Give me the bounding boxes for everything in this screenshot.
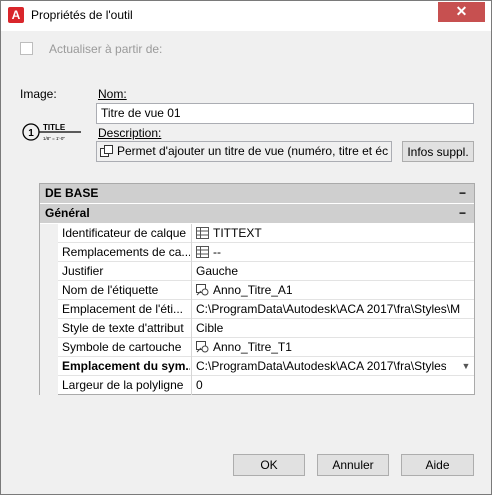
close-button[interactable]: ✕ (438, 2, 485, 22)
property-value[interactable]: C:\ProgramData\Autodesk\ACA 2017\fra\Sty… (196, 359, 446, 374)
description-label: Description: (98, 126, 162, 140)
collapse-icon[interactable]: − (459, 184, 466, 203)
window-title: Propriétés de l'outil (31, 8, 133, 22)
autocad-logo-icon: A (8, 7, 24, 23)
name-input[interactable]: Titre de vue 01 (96, 103, 474, 124)
name-label: Nom: (98, 87, 127, 101)
property-value[interactable]: 0 (196, 378, 460, 393)
chevron-down-icon[interactable]: ▼ (460, 359, 472, 373)
preview-number: 1 (28, 128, 34, 139)
category-general-label: Général (45, 206, 90, 220)
description-field[interactable]: Permet d'ajouter un titre de vue (numéro… (96, 141, 392, 162)
more-info-button[interactable]: Infos suppl. (402, 141, 474, 162)
description-value: Permet d'ajouter un titre de vue (numéro… (117, 144, 389, 158)
collapse-icon[interactable]: − (459, 204, 466, 223)
property-name: Justifier (62, 264, 104, 278)
property-name: Symbole de cartouche (62, 340, 182, 354)
property-row[interactable]: Style de texte d'attribut Cible (40, 319, 474, 338)
tool-properties-dialog: A Propriétés de l'outil ✕ Actualiser à p… (0, 0, 492, 495)
copy-icon (100, 145, 113, 157)
update-from-label: Actualiser à partir de: (49, 42, 163, 56)
property-name: Largeur de la polyligne (62, 378, 184, 392)
property-grid: DE BASE − Général − Identificateur de ca… (39, 183, 475, 395)
property-name: Style de texte d'attribut (62, 321, 184, 335)
property-value[interactable]: C:\ProgramData\Autodesk\ACA 2017\fra\Sty… (196, 302, 460, 317)
property-name: Nom de l'étiquette (62, 283, 159, 297)
layer-icon (196, 246, 209, 258)
cancel-button[interactable]: Annuler (317, 454, 389, 476)
property-value[interactable]: Anno_Titre_A1 (196, 283, 460, 298)
property-name: Emplacement de l'éti... (62, 302, 184, 316)
block-icon (196, 341, 209, 353)
property-row[interactable]: Identificateur de calque TITTEXT (40, 224, 474, 243)
property-row[interactable]: Emplacement de l'éti... C:\ProgramData\A… (40, 300, 474, 319)
property-value[interactable]: Anno_Titre_T1 (196, 340, 460, 355)
property-row[interactable]: Symbole de cartouche Anno_Titre_T1 (40, 338, 474, 357)
property-value[interactable]: Cible (196, 321, 460, 336)
category-base[interactable]: DE BASE − (40, 184, 474, 203)
property-row[interactable]: Largeur de la polyligne 0 (40, 376, 474, 395)
property-row[interactable]: Remplacements de ca... -- (40, 243, 474, 262)
image-label: Image: (20, 87, 57, 101)
ok-button[interactable]: OK (233, 454, 305, 476)
layer-icon (196, 227, 209, 239)
tool-preview-image: 1 TITLE 1/8" = 1'-0" (22, 123, 81, 141)
preview-scale: 1/8" = 1'-0" (43, 136, 65, 141)
property-row-selected[interactable]: Emplacement du sym... C:\ProgramData\Aut… (40, 357, 474, 376)
property-name: Remplacements de ca... (62, 245, 190, 259)
category-base-label: DE BASE (45, 186, 99, 200)
category-general[interactable]: Général − (40, 204, 474, 223)
property-value[interactable]: TITTEXT (196, 226, 460, 241)
property-value[interactable]: -- (196, 245, 460, 260)
property-name: Emplacement du sym... (62, 359, 190, 373)
property-row[interactable]: Justifier Gauche (40, 262, 474, 281)
property-name: Identificateur de calque (62, 226, 187, 240)
title-bar: A Propriétés de l'outil ✕ (1, 1, 491, 31)
preview-title: TITLE (43, 123, 66, 132)
property-row[interactable]: Nom de l'étiquette Anno_Titre_A1 (40, 281, 474, 300)
block-icon (196, 284, 209, 296)
property-value[interactable]: Gauche (196, 264, 460, 279)
update-from-checkbox[interactable] (20, 42, 33, 55)
help-button[interactable]: Aide (401, 454, 474, 476)
